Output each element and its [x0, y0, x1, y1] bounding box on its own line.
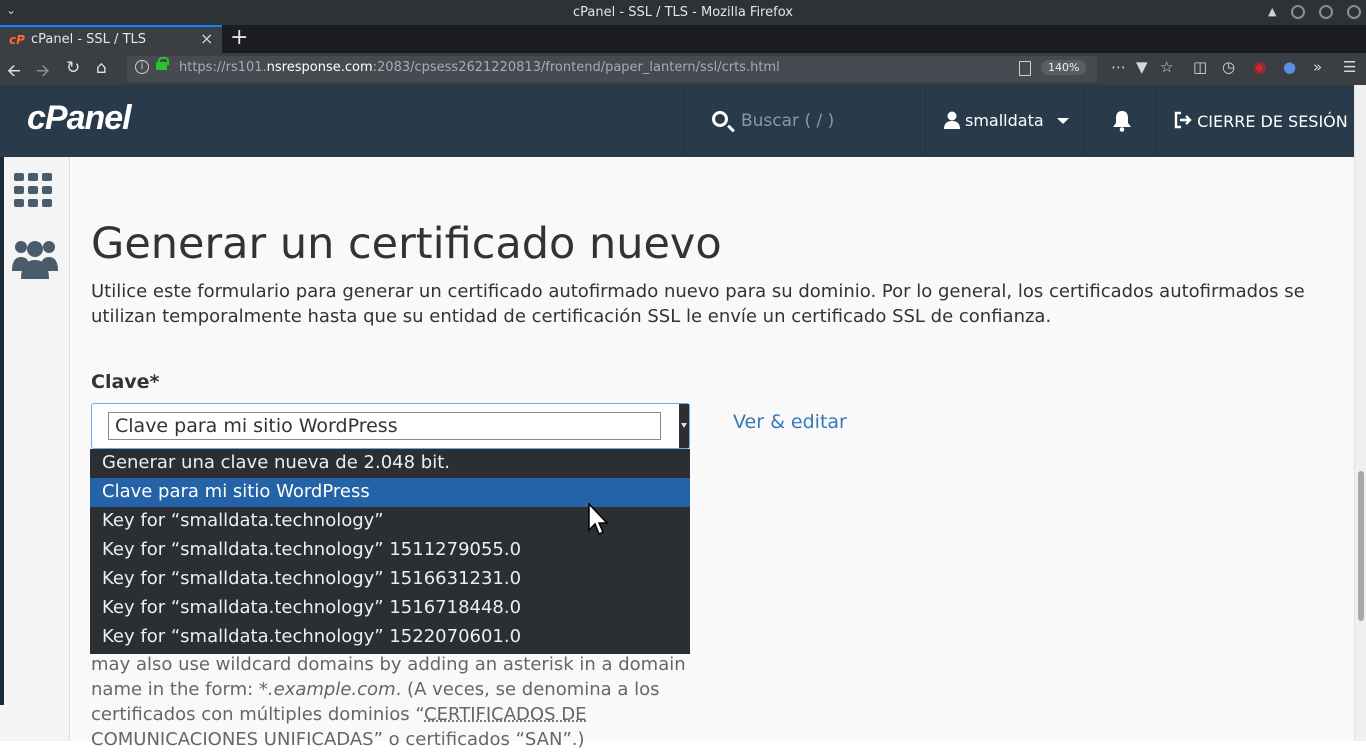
window-title: cPanel - SSL / TLS - Mozilla Firefox: [573, 5, 793, 20]
search-icon: [712, 111, 728, 127]
user-menu[interactable]: smalldata: [927, 85, 1085, 157]
dropdown-option[interactable]: Key for “smalldata.technology” 152207060…: [90, 623, 690, 652]
minimize-button[interactable]: [1291, 5, 1305, 19]
bell-icon: [1113, 111, 1131, 132]
header-search: [683, 85, 926, 157]
page-scrollbar[interactable]: [1354, 85, 1366, 741]
home-icon[interactable]: ⌂: [96, 58, 107, 78]
sync-icon[interactable]: ●: [1283, 58, 1296, 76]
new-tab-button[interactable]: +: [230, 25, 248, 50]
url-text[interactable]: https://rs101.nsresponse.com:2083/cpsess…: [179, 60, 780, 75]
users-icon[interactable]: [12, 237, 58, 279]
sidebar-edge: [0, 157, 4, 705]
dropdown-option[interactable]: Key for “smalldata.technology” 151671844…: [90, 594, 690, 623]
scrollbar-thumb[interactable]: [1358, 471, 1364, 621]
bookmark-star-icon[interactable]: ☆: [1160, 58, 1173, 76]
overflow-menu-icon[interactable]: »: [1313, 58, 1322, 76]
pocket-icon[interactable]: ▼: [1136, 58, 1148, 76]
cpanel-favicon-icon: cP: [9, 33, 25, 47]
select-arrow-icon[interactable]: [679, 404, 689, 448]
close-window-button[interactable]: [1347, 5, 1361, 19]
key-dropdown-list: Generar una clave nueva de 2.048 bit. Cl…: [90, 449, 690, 654]
notifications-button[interactable]: [1086, 85, 1157, 157]
close-tab-icon[interactable]: ×: [200, 29, 213, 48]
ublock-icon[interactable]: ◉: [1253, 58, 1266, 76]
tab-strip: cP cPanel - SSL / TLS × +: [0, 25, 1366, 53]
ucc-certificates-link[interactable]: CERTIFICADOS DE: [424, 704, 586, 725]
apps-grid-icon[interactable]: [14, 173, 54, 207]
secure-lock-icon[interactable]: [156, 57, 169, 70]
view-edit-link[interactable]: Ver & editar: [733, 411, 847, 433]
dropdown-option[interactable]: Key for “smalldata.technology” 151127905…: [90, 536, 690, 565]
domains-help-text: may also use wildcard domains by adding …: [91, 654, 686, 750]
mouse-cursor-icon: [588, 503, 608, 536]
left-sidebar: [0, 157, 70, 741]
back-icon[interactable]: 🡨: [7, 58, 21, 87]
page-actions-icon[interactable]: ⋯: [1111, 58, 1126, 76]
cpanel-logo[interactable]: cPanel: [27, 99, 132, 138]
forward-icon[interactable]: 🡪: [36, 58, 50, 87]
keep-above-icon[interactable]: ▲: [1268, 5, 1276, 18]
library-icon[interactable]: ◫: [1193, 58, 1207, 76]
search-input[interactable]: [739, 107, 909, 135]
key-field-label: Clave*: [91, 371, 160, 393]
navigation-toolbar: 🡨 🡪 ↻ ⌂ i https://rs101.nsresponse.com:2…: [0, 53, 1366, 85]
reader-view-icon[interactable]: [1019, 61, 1031, 76]
window-titlebar: ⌄ cPanel - SSL / TLS - Mozilla Firefox ▲: [0, 0, 1366, 25]
key-select[interactable]: Clave para mi sitio WordPress: [91, 403, 690, 449]
dropdown-option[interactable]: Key for “smalldata.technology” 151663123…: [90, 565, 690, 594]
address-bar[interactable]: i https://rs101.nsresponse.com:2083/cpse…: [127, 56, 1097, 82]
page-title: Generar un certificado nuevo: [91, 219, 722, 269]
logout-button[interactable]: CIERRE DE SESIÓN: [1174, 111, 1348, 131]
tab-title: cPanel - SSL / TLS: [31, 32, 147, 47]
key-select-value[interactable]: Clave para mi sitio WordPress: [108, 412, 661, 440]
user-icon: [944, 111, 960, 129]
chevron-down-icon: [1057, 118, 1069, 124]
history-icon[interactable]: ◷: [1222, 58, 1235, 76]
username-label: smalldata: [965, 111, 1044, 130]
logout-label: CIERRE DE SESIÓN: [1197, 112, 1348, 131]
hamburger-menu-icon[interactable]: ☰: [1343, 58, 1356, 76]
site-info-icon[interactable]: i: [135, 60, 149, 74]
maximize-button[interactable]: [1319, 5, 1333, 19]
cpanel-header: cPanel smalldata CIERRE DE SESIÓN: [0, 85, 1354, 157]
browser-tab[interactable]: cP cPanel - SSL / TLS ×: [0, 25, 222, 53]
page-description: Utilice este formulario para generar un …: [91, 281, 1305, 327]
zoom-level[interactable]: 140%: [1041, 60, 1087, 75]
reload-icon[interactable]: ↻: [66, 58, 80, 78]
dropdown-option[interactable]: Generar una clave nueva de 2.048 bit.: [90, 449, 690, 478]
logout-icon: [1174, 111, 1192, 129]
